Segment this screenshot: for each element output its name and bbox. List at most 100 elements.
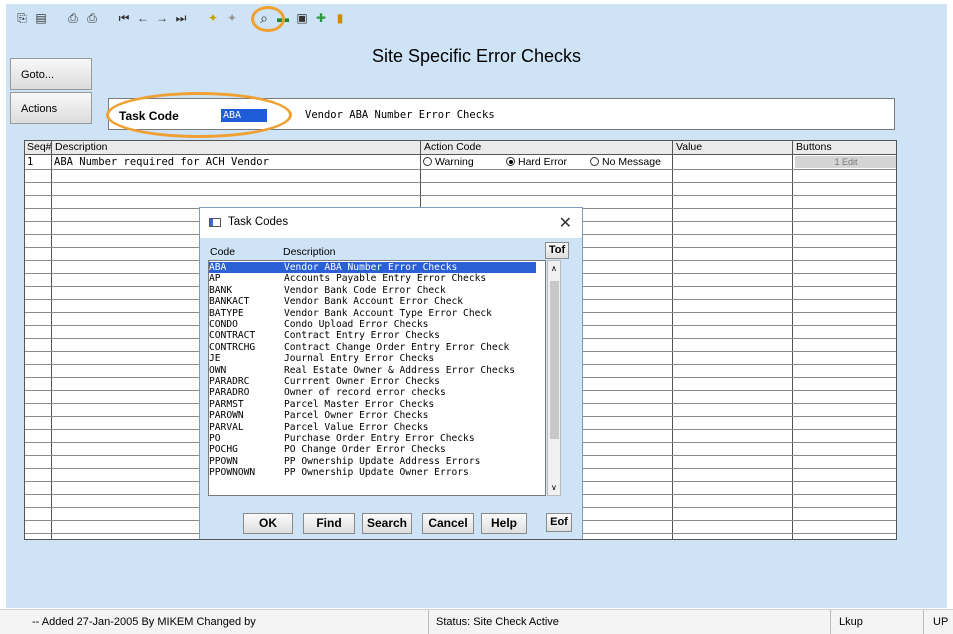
list-item-code: PARADRC <box>209 376 250 387</box>
list-scrollbar[interactable]: ∧ ∨ <box>547 260 561 496</box>
list-item-code: JE <box>209 353 221 365</box>
search-button[interactable]: Search <box>362 513 412 534</box>
properties-icon[interactable]: ▣ <box>294 10 310 26</box>
page-title: Site Specific Error Checks <box>371 46 582 66</box>
col-description: Description <box>55 141 108 153</box>
list-header: Code Description <box>208 246 548 258</box>
list-item-code: CONDO <box>209 319 238 330</box>
list-item-description: Vendor Bank Code Error Check <box>284 284 446 296</box>
last-record-icon[interactable]: ⏭ <box>173 10 189 26</box>
list-item-code: PPOWNOWN <box>209 467 256 479</box>
list-item-description: Contract Entry Error Checks <box>284 330 440 342</box>
help-button[interactable]: Help <box>481 513 527 534</box>
scroll-down-icon[interactable]: ∨ <box>551 483 557 492</box>
next-record-icon[interactable]: → <box>154 10 170 26</box>
goto-button[interactable]: Goto... <box>10 58 92 90</box>
search-highlight <box>251 6 285 32</box>
list-item[interactable]: PO Purchase Order Entry Error Checks <box>209 433 545 444</box>
list-item[interactable]: PARADRO Owner of record error checks <box>209 387 545 399</box>
task-code-list[interactable]: ABA Vendor ABA Number Error Checks AP Accou… <box>208 260 546 496</box>
cancel-button[interactable]: Cancel <box>422 513 474 534</box>
list-item[interactable]: CONDO Condo Upload Error Checks <box>209 319 545 330</box>
list-item-description: Vendor Bank Account Type Error Check <box>284 307 492 319</box>
copy-icon[interactable]: ⎘ <box>14 10 30 26</box>
app-window: ⎘ ▤ ⎙ ⎙ ⏮ ← → ⏭ ✦ ✦ ⌕ ▬ ▣ ✚ ▮ Site Speci… <box>0 0 953 634</box>
grid-row-line <box>25 195 896 196</box>
list-item[interactable]: OWN Real Estate Owner & Address Error Che… <box>209 364 545 376</box>
list-item[interactable]: BANKACT Vendor Bank Account Error Check <box>209 296 545 308</box>
radio-warning[interactable]: Warning <box>423 155 474 169</box>
actions-button[interactable]: Actions <box>10 92 92 124</box>
list-item[interactable]: CONTRCHG Contract Change Order Entry Erro… <box>209 341 545 353</box>
list-item-code: PARADRO <box>209 387 250 399</box>
col-value: Value <box>676 141 703 153</box>
table-row[interactable]: 1 ABA Number required for ACH Vendor War… <box>25 155 896 169</box>
status-message: Status: Site Check Active <box>436 616 559 628</box>
list-item[interactable]: PPOWNOWN PP Ownership Update Owner Errors <box>209 467 545 479</box>
list-item-description: Vendor ABA Number Error Checks <box>284 262 458 273</box>
edit-button[interactable]: 1 Edit <box>795 156 896 168</box>
grid-header: Seq# Description Action Code Value Butto… <box>25 141 896 155</box>
first-record-icon[interactable]: ⏮ <box>116 10 132 26</box>
list-item[interactable]: JE Journal Entry Error Checks <box>209 353 545 365</box>
list-item[interactable]: PARADRC Currrent Owner Error Checks <box>209 376 545 387</box>
import-icon[interactable]: ✚ <box>313 10 329 26</box>
paste-icon[interactable]: ▤ <box>33 10 49 26</box>
col-seq: Seq# <box>27 141 52 153</box>
list-item-code: AP <box>209 273 221 285</box>
list-item-code: BANKACT <box>209 296 250 308</box>
clear-icon[interactable]: ✦ <box>205 10 221 26</box>
col-action-code: Action Code <box>424 141 482 153</box>
list-item-code: PPOWN <box>209 455 238 467</box>
list-item[interactable]: PARVAL Parcel Value Error Checks <box>209 421 545 433</box>
end-of-file-button[interactable]: Eof <box>546 513 572 532</box>
list-item[interactable]: ABA Vendor ABA Number Error Checks <box>209 262 536 274</box>
grid-row-line <box>25 182 896 183</box>
print-icon[interactable]: ⎙ <box>65 10 81 26</box>
radio-hard-error[interactable]: Hard Error <box>506 155 567 169</box>
find-button[interactable]: Find <box>303 513 355 534</box>
list-item-code: PARVAL <box>209 421 244 433</box>
report-icon[interactable]: ▮ <box>332 10 348 26</box>
list-item-code: BANK <box>209 284 233 296</box>
list-item-description: Contract Change Order Entry Error Check <box>284 341 510 353</box>
list-item-code: BATYPE <box>209 307 244 319</box>
scroll-thumb[interactable] <box>550 281 559 439</box>
list-item-code: OWN <box>209 364 227 376</box>
list-item[interactable]: CONTRACT Contract Entry Error Checks <box>209 330 545 342</box>
ok-button[interactable]: OK <box>243 513 293 534</box>
list-item[interactable]: PAROWN Parcel Owner Error Checks <box>209 410 545 422</box>
row-seq: 1 <box>27 156 34 168</box>
previous-record-icon[interactable]: ← <box>135 10 151 26</box>
list-item-description: PP Ownership Update Owner Errors <box>284 467 469 479</box>
delete-icon[interactable]: ✦ <box>224 10 240 26</box>
list-item[interactable]: BATYPE Vendor Bank Account Type Error Che… <box>209 307 545 319</box>
print-preview-icon[interactable]: ⎙ <box>84 10 100 26</box>
list-item[interactable]: PPOWN PP Ownership Update Address Errors <box>209 455 545 467</box>
close-icon[interactable]: ✕ <box>559 213 572 233</box>
list-item-code: CONTRACT <box>209 330 256 342</box>
scroll-up-icon[interactable]: ∧ <box>551 264 557 273</box>
list-item-description: PP Ownership Update Address Errors <box>284 455 481 467</box>
list-item-description: Parcel Owner Error Checks <box>284 410 429 422</box>
row-description: ABA Number required for ACH Vendor <box>54 156 269 168</box>
list-item-description: Accounts Payable Entry Error Checks <box>284 273 487 285</box>
list-item-code: ABA <box>209 262 227 273</box>
list-item-description: Currrent Owner Error Checks <box>284 376 440 387</box>
dialog-title: Task Codes <box>228 216 289 228</box>
top-of-file-button[interactable]: Tof <box>545 242 569 259</box>
task-codes-dialog: Task Codes ✕ Code Description Tof ABA Ven… <box>199 207 583 539</box>
status-bar: -- Added 27-Jan-2005 By MIKEM Changed by… <box>0 609 953 634</box>
list-item[interactable]: AP Accounts Payable Entry Error Checks <box>209 273 545 285</box>
list-col-description: Description <box>283 246 336 258</box>
radio-no-message[interactable]: No Message <box>590 155 661 169</box>
list-item[interactable]: BANK Vendor Bank Code Error Check <box>209 284 545 296</box>
list-item-description: Parcel Master Error Checks <box>284 398 435 410</box>
col-buttons: Buttons <box>796 141 832 153</box>
list-item-description: Journal Entry Error Checks <box>284 353 435 365</box>
list-item[interactable]: PARMST Parcel Master Error Checks <box>209 398 545 410</box>
list-item-description: Condo Upload Error Checks <box>284 319 429 330</box>
list-item-code: POCHG <box>209 444 238 456</box>
list-item-description: Parcel Value Error Checks <box>284 421 429 433</box>
list-item[interactable]: POCHG PO Change Order Error Checks <box>209 444 545 456</box>
